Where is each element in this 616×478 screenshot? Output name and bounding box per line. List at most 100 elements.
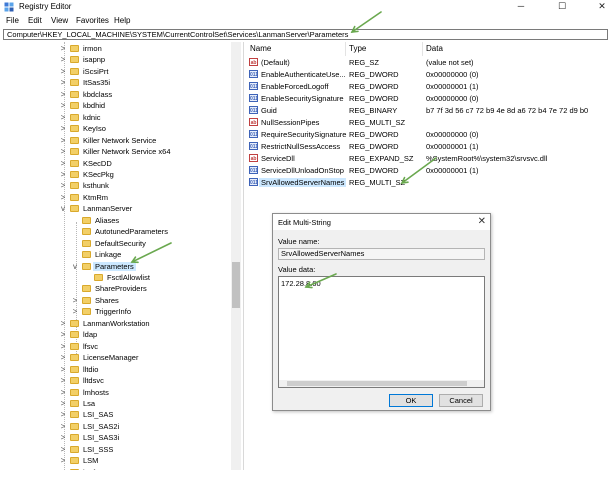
tree-node[interactable]: > Shares (3, 295, 231, 307)
menu-edit[interactable]: Edit (28, 16, 42, 25)
value-row[interactable]: 011 Guid REG_BINARY b7 7f 3d 56 c7 72 b9 4e… (246, 105, 612, 116)
expand-chevron-icon[interactable]: > (59, 159, 67, 169)
column-header-name[interactable]: Name (250, 44, 271, 53)
maximize-icon[interactable]: ☐ (550, 0, 574, 14)
tree-node[interactable]: v LanmanServer (3, 203, 231, 215)
expand-chevron-icon[interactable]: > (59, 44, 67, 54)
expand-chevron-icon[interactable]: > (59, 67, 67, 77)
value-data-hscroll-thumb[interactable] (287, 381, 467, 386)
value-row[interactable]: ab ServiceDll REG_EXPAND_SZ %SystemRoot%\sy… (246, 153, 612, 164)
dialog-close-icon[interactable]: ✕ (478, 216, 486, 227)
expand-chevron-icon[interactable]: > (59, 342, 67, 352)
minimize-icon[interactable]: ─ (509, 0, 533, 14)
expand-chevron-icon[interactable]: > (71, 307, 79, 317)
tree-node[interactable]: > lltdio (3, 364, 231, 376)
expand-chevron-icon[interactable]: > (59, 388, 67, 398)
menu-file[interactable]: File (6, 16, 19, 25)
tree-node[interactable]: > ksthunk (3, 180, 231, 192)
expand-chevron-icon[interactable]: > (59, 330, 67, 340)
column-header-type[interactable]: Type (349, 44, 366, 53)
tree-node[interactable]: > lfsvc (3, 341, 231, 353)
tree-node[interactable]: v Parameters (3, 261, 231, 273)
tree-node[interactable]: > ldap (3, 329, 231, 341)
value-row[interactable]: 011 EnableAuthenticateUse... REG_DWORD 0x00… (246, 69, 612, 80)
tree-node[interactable]: > kdnic (3, 112, 231, 124)
expand-chevron-icon[interactable]: > (59, 376, 67, 386)
expand-chevron-icon[interactable]: > (59, 468, 67, 470)
expand-chevron-icon[interactable]: > (59, 433, 67, 443)
expand-chevron-icon[interactable]: > (59, 456, 67, 466)
tree-scroll-thumb[interactable] (232, 262, 240, 308)
tree-node[interactable]: > LanmanWorkstation (3, 318, 231, 330)
value-row[interactable]: 011 EnableSecuritySignature REG_DWORD 0x000… (246, 93, 612, 104)
menu-view[interactable]: View (51, 16, 68, 25)
tree-node[interactable]: > KSecPkg (3, 169, 231, 181)
column-header-data[interactable]: Data (426, 44, 443, 53)
tree-node[interactable]: > LSI_SAS (3, 409, 231, 421)
value-row[interactable]: 011 SrvAllowedServerNames REG_MULTI_SZ (246, 177, 612, 188)
expand-chevron-icon[interactable]: > (59, 136, 67, 146)
expand-chevron-icon[interactable]: > (59, 181, 67, 191)
key-tree[interactable]: > irmon > isapnp > iScsiPrt > ItSas35i > kbdclass… (3, 42, 241, 470)
expand-chevron-icon[interactable]: > (59, 124, 67, 134)
tree-node[interactable]: DefaultSecurity (3, 238, 231, 250)
column-separator[interactable] (345, 42, 346, 56)
address-bar[interactable]: Computer\HKEY_LOCAL_MACHINE\SYSTEM\Curre… (3, 29, 608, 40)
value-row[interactable]: ab NullSessionPipes REG_MULTI_SZ (246, 117, 612, 128)
tree-node[interactable]: > LicenseManager (3, 352, 231, 364)
value-row[interactable]: 011 RequireSecuritySignature REG_DWORD 0x00… (246, 129, 612, 140)
tree-node[interactable]: > LSI_SSS (3, 444, 231, 456)
ok-button[interactable]: OK (389, 394, 433, 407)
expand-chevron-icon[interactable]: > (59, 399, 67, 409)
tree-node[interactable]: > LSM (3, 455, 231, 467)
tree-node[interactable]: > KeyIso (3, 123, 231, 135)
collapse-chevron-icon[interactable]: v (59, 204, 67, 214)
expand-chevron-icon[interactable]: > (59, 445, 67, 455)
pane-splitter[interactable] (243, 42, 244, 470)
expand-chevron-icon[interactable]: > (59, 353, 67, 363)
tree-node[interactable]: > lmhosts (3, 387, 231, 399)
expand-chevron-icon[interactable]: > (59, 193, 67, 203)
expand-chevron-icon[interactable]: > (59, 319, 67, 329)
expand-chevron-icon[interactable]: > (59, 55, 67, 65)
expand-chevron-icon[interactable]: > (59, 170, 67, 180)
tree-node[interactable]: Aliases (3, 215, 231, 227)
tree-node[interactable]: FsctlAllowlist (3, 272, 231, 284)
tree-node[interactable]: > irmon (3, 43, 231, 55)
tree-node[interactable]: AutotunedParameters (3, 226, 231, 238)
tree-node[interactable]: > isapnp (3, 54, 231, 66)
tree-node[interactable]: Linkage (3, 249, 231, 261)
tree-node[interactable]: > LSI_SAS2i (3, 421, 231, 433)
value-data-textarea[interactable]: 172.28.8.60 (278, 276, 485, 388)
tree-node[interactable]: > TriggerInfo (3, 306, 231, 318)
tree-node[interactable]: > KtmRm (3, 192, 231, 204)
tree-scrollbar[interactable] (231, 42, 241, 470)
expand-chevron-icon[interactable]: > (59, 78, 67, 88)
tree-node[interactable]: > kbdhid (3, 100, 231, 112)
expand-chevron-icon[interactable]: > (59, 113, 67, 123)
tree-node[interactable]: > KSecDD (3, 158, 231, 170)
cancel-button[interactable]: Cancel (439, 394, 483, 407)
tree-node[interactable]: > LSI_SAS3i (3, 432, 231, 444)
expand-chevron-icon[interactable]: > (59, 365, 67, 375)
tree-node[interactable]: > iScsiPrt (3, 66, 231, 78)
value-row[interactable]: ab (Default) REG_SZ (value not set) (246, 57, 612, 68)
collapse-chevron-icon[interactable]: v (71, 262, 79, 272)
tree-node[interactable]: ShareProviders (3, 283, 231, 295)
tree-node[interactable]: > Lsa (3, 398, 231, 410)
value-row[interactable]: 011 RestrictNullSessAccess REG_DWORD 0x0000… (246, 141, 612, 152)
expand-chevron-icon[interactable]: > (59, 422, 67, 432)
expand-chevron-icon[interactable]: > (59, 410, 67, 420)
menu-help[interactable]: Help (114, 16, 130, 25)
expand-chevron-icon[interactable]: > (71, 296, 79, 306)
value-row[interactable]: 011 EnableForcedLogoff REG_DWORD 0x00000001… (246, 81, 612, 92)
tree-node[interactable]: > ItSas35i (3, 77, 231, 89)
tree-node[interactable]: > Killer Network Service x64 (3, 146, 231, 158)
tree-node[interactable]: > kbdclass (3, 89, 231, 101)
expand-chevron-icon[interactable]: > (59, 90, 67, 100)
expand-chevron-icon[interactable]: > (59, 147, 67, 157)
value-data-hscrollbar[interactable] (279, 380, 484, 387)
tree-node[interactable]: > luafv (3, 467, 231, 470)
column-separator[interactable] (422, 42, 423, 56)
close-icon[interactable]: ✕ (590, 0, 614, 14)
